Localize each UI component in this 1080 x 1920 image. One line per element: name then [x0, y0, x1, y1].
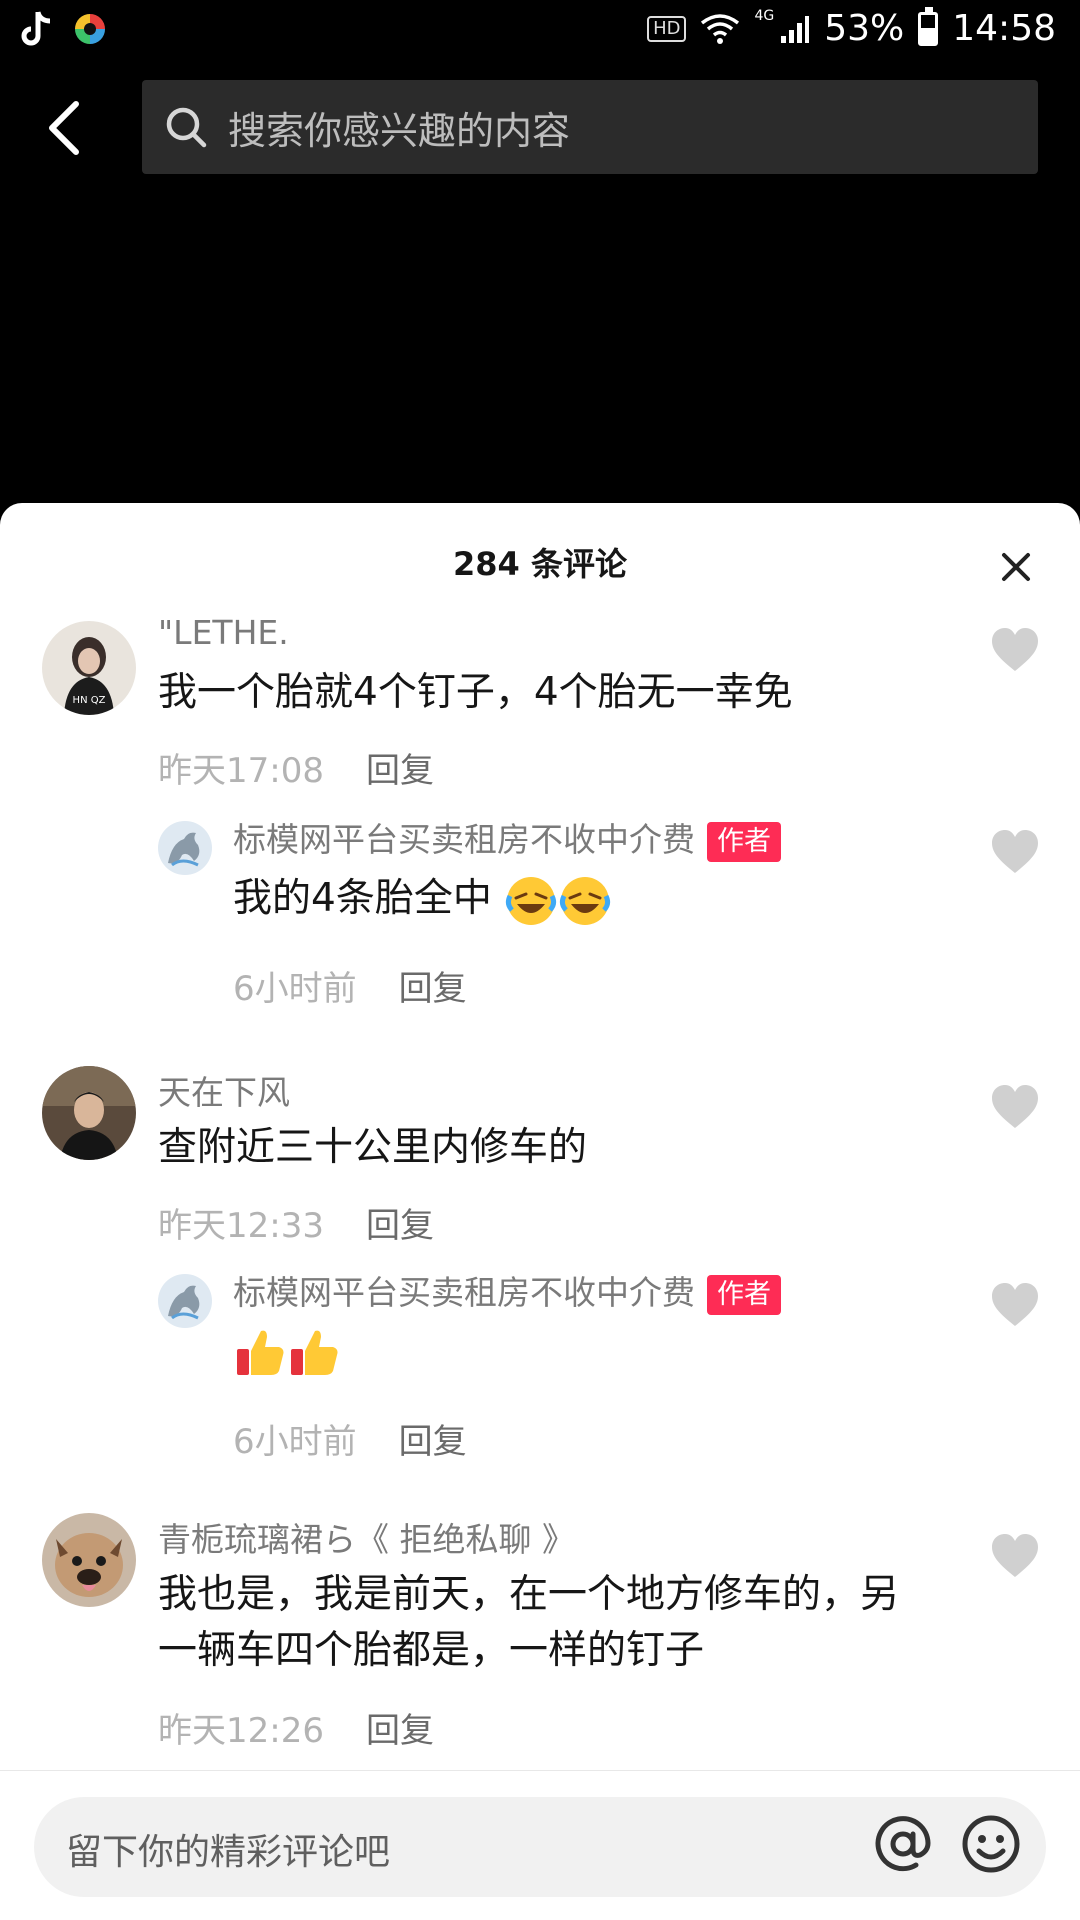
reply-username-text: 标模网平台买卖租房不收中介费 [233, 820, 695, 859]
avatar[interactable] [42, 1066, 136, 1160]
like-heart-icon[interactable] [990, 829, 1040, 875]
comment-input-placeholder: 留下你的精彩评论吧 [66, 1832, 391, 1873]
search-icon [166, 107, 207, 148]
reply-time: 6小时前 [233, 1422, 357, 1462]
reply-button[interactable]: 回复 [366, 1206, 434, 1246]
wifi-icon [701, 13, 740, 44]
comment-input-bar: 留下你的精彩评论吧 [0, 1770, 1080, 1920]
comment-meta: 昨天17:08 回复 [158, 743, 434, 792]
reply-button[interactable]: 回复 [366, 1711, 434, 1751]
status-left [20, 10, 108, 48]
emoji-picker-icon[interactable] [960, 1813, 1022, 1875]
reply-item: 标模网平台买卖租房不收中介费 作者 6小时前 回复 [0, 1266, 1080, 1476]
app-icon [75, 14, 105, 44]
back-arrow-icon[interactable] [40, 98, 96, 158]
battery-icon [918, 6, 939, 46]
header: 搜索你感兴趣的内容 [0, 62, 1080, 192]
comment-username[interactable]: "LETHE. [158, 613, 289, 652]
comment-meta: 昨天12:33 回复 [158, 1198, 434, 1247]
avatar[interactable] [158, 1274, 212, 1328]
comment-username[interactable]: 青栀琉璃裙ら《 拒绝私聊 》 [158, 1513, 575, 1561]
signal-icon [781, 15, 810, 43]
comment-text-line: 一辆车四个胎都是，一样的钉子 [158, 1628, 705, 1673]
reply-button[interactable]: 回复 [399, 1422, 467, 1462]
like-heart-icon[interactable] [990, 1533, 1040, 1579]
avatar[interactable] [158, 821, 212, 875]
reply-text [233, 1322, 341, 1379]
comment-time: 昨天12:33 [158, 1206, 324, 1246]
reply-item: 标模网平台买卖租房不收中介费 作者 我的4条胎全中 6小时前 回复 [0, 813, 1080, 1033]
at-mention-icon[interactable] [872, 1813, 934, 1875]
like-heart-icon[interactable] [990, 627, 1040, 673]
search-input[interactable]: 搜索你感兴趣的内容 [142, 80, 1038, 174]
tiktok-icon [21, 11, 51, 46]
network-type: 4G [754, 8, 775, 24]
clock: 14:58 [952, 8, 1056, 49]
avatar[interactable]: HN QZ [42, 621, 136, 715]
comment-meta: 昨天12:26 回复 [158, 1703, 434, 1752]
comments-count-title: 284 条评论 [453, 545, 627, 583]
comment-text: 我也是，我是前天，在一个地方修车的，另 一辆车四个胎都是，一样的钉子 [158, 1567, 899, 1679]
comment-item: 天在下风 查附近三十公里内修车的 昨天12:33 回复 [0, 1066, 1080, 1266]
author-badge: 作者 [707, 821, 781, 862]
comment-time: 昨天17:08 [158, 751, 324, 791]
comment-username[interactable]: 天在下风 [158, 1066, 290, 1114]
reply-button[interactable]: 回复 [366, 751, 434, 791]
comment-text-line: 我也是，我是前天，在一个地方修车的，另 [158, 1572, 900, 1617]
status-bar: HD 4G 53% 14:58 [0, 0, 1080, 62]
status-right: HD 4G 53% 14:58 [647, 6, 1056, 49]
comment-input[interactable]: 留下你的精彩评论吧 [34, 1797, 1046, 1897]
comments-sheet: 284 条评论 HN QZ "LETHE. 我一个胎就4个钉子，4个胎无一幸免 … [0, 503, 1080, 1920]
reply-text: 我的4条胎全中 [233, 871, 612, 928]
hd-badge: HD [647, 15, 687, 42]
reply-text-content: 我的4条胎全中 [233, 876, 492, 921]
author-badge: 作者 [707, 1274, 781, 1315]
thumbs-up-emoji-icon [237, 1330, 284, 1375]
svg-text:HN QZ: HN QZ [73, 695, 106, 706]
search-placeholder: 搜索你感兴趣的内容 [228, 108, 571, 153]
battery-percent: 53% [824, 8, 905, 49]
reply-username[interactable]: 标模网平台买卖租房不收中介费 作者 [233, 813, 781, 862]
reply-meta: 6小时前 回复 [233, 1414, 467, 1463]
avatar[interactable] [42, 1513, 136, 1607]
reply-button[interactable]: 回复 [399, 969, 467, 1009]
reply-time: 6小时前 [233, 969, 357, 1009]
comment-item: 青栀琉璃裙ら《 拒绝私聊 》 我也是，我是前天，在一个地方修车的，另 一辆车四个… [0, 1513, 1080, 1773]
like-heart-icon[interactable] [990, 1282, 1040, 1328]
rolling-laughing-emoji-icon [506, 876, 557, 925]
reply-meta: 6小时前 回复 [233, 961, 467, 1010]
reply-username[interactable]: 标模网平台买卖租房不收中介费 作者 [233, 1266, 781, 1315]
reply-username-text: 标模网平台买卖租房不收中介费 [233, 1273, 695, 1312]
comment-text: 我一个胎就4个钉子，4个胎无一幸免 [158, 670, 793, 715]
comment-time: 昨天12:26 [158, 1711, 324, 1751]
thumbs-up-emoji-icon [291, 1330, 338, 1375]
like-heart-icon[interactable] [990, 1084, 1040, 1130]
rolling-laughing-emoji-icon [560, 876, 611, 925]
close-icon[interactable] [998, 549, 1034, 585]
comment-text: 查附近三十公里内修车的 [158, 1125, 588, 1170]
